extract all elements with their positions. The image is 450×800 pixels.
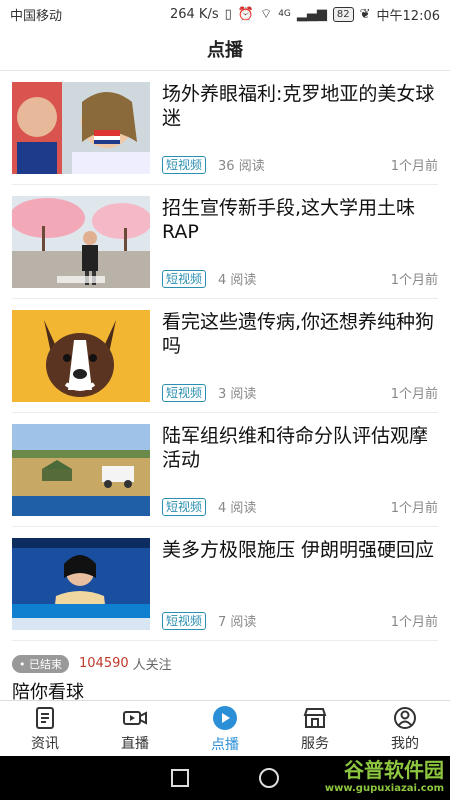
item-info-row: 短视频 3 阅读 1个月前 [162, 383, 438, 402]
news-icon [36, 706, 54, 729]
category-tag: 短视频 [162, 155, 207, 174]
item-title[interactable]: 陆军组织维和待命分队评估观摩活动 [162, 424, 438, 472]
item-title[interactable]: 场外养眼福利:克罗地亚的美女球迷 [162, 82, 438, 130]
status-indicators: 264 K/s ▯ ⏰ ⌔ 4G ▂▄▆ 82 ❦ 中午12:06 [170, 5, 440, 24]
publish-time: 1个月前 [390, 501, 438, 516]
video-camera-icon [123, 710, 147, 725]
category-tag: 短视频 [162, 497, 207, 516]
video-thumbnail[interactable] [12, 310, 150, 402]
list-item[interactable]: 陆军组织维和待命分队评估观摩活动 短视频 4 阅读 1个月前 [0, 413, 450, 527]
tab-label: 点播 [211, 736, 239, 753]
category-tag: 短视频 [162, 269, 207, 288]
watermark: 谷普软件园 www.gupuxiazai.com [325, 754, 444, 794]
page-title: 点播 [207, 40, 243, 61]
video-thumbnail[interactable] [12, 82, 150, 174]
status-bar: 中国移动 264 K/s ▯ ⏰ ⌔ 4G ▂▄▆ 82 ❦ 中午12:06 [0, 0, 450, 28]
clock: 中午12:06 [376, 8, 440, 24]
network-type: 4G [278, 9, 291, 19]
wifi-icon: ⌔ [259, 7, 273, 22]
item-meta: 看完这些遗传病,你还想养纯种狗吗 短视频 3 阅读 1个月前 [162, 310, 438, 402]
tab-live[interactable]: 直播 [90, 701, 180, 757]
item-meta: 美多方极限施压 伊朗明强硬回应 短视频 7 阅读 1个月前 [162, 538, 438, 630]
item-meta: 陆军组织维和待命分队评估观摩活动 短视频 4 阅读 1个月前 [162, 424, 438, 516]
item-info-row: 短视频 7 阅读 1个月前 [162, 611, 438, 630]
read-count: 36 阅读 [218, 159, 265, 174]
carrier-label: 中国移动 [10, 8, 63, 24]
page-title-bar: 点播 [0, 28, 450, 71]
tab-label: 服务 [301, 735, 329, 752]
video-list: 场外养眼福利:克罗地亚的美女球迷 短视频 36 阅读 1个月前 招生宣传新手段,… [0, 71, 450, 641]
signal-icon: ▂▄▆ [296, 6, 327, 22]
video-thumbnail[interactable] [12, 424, 150, 516]
network-speed: 264 K/s [169, 6, 219, 22]
vibrate-icon: ▯ [224, 6, 232, 22]
video-thumbnail[interactable] [12, 538, 150, 630]
ended-badge: • 已结束 [12, 654, 69, 673]
item-title[interactable]: 美多方极限施压 伊朗明强硬回应 [162, 538, 438, 562]
tab-label: 资讯 [31, 735, 59, 752]
tab-service[interactable]: 服务 [270, 701, 360, 757]
tab-label: 直播 [121, 735, 149, 752]
watermark-title: 谷普软件园 [344, 758, 444, 782]
list-item[interactable]: 场外养眼福利:克罗地亚的美女球迷 短视频 36 阅读 1个月前 [0, 71, 450, 185]
bottom-tab-bar: 资讯 直播 点播 服务 我的 [0, 700, 450, 757]
category-tag: 短视频 [162, 611, 207, 630]
tab-vod[interactable]: 点播 [180, 701, 270, 757]
item-info-row: 短视频 4 阅读 1个月前 [162, 269, 438, 288]
publish-time: 1个月前 [390, 615, 438, 630]
list-item[interactable]: 看完这些遗传病,你还想养纯种狗吗 短视频 3 阅读 1个月前 [0, 299, 450, 413]
recent-apps-button[interactable] [171, 769, 189, 787]
home-button[interactable] [259, 768, 279, 788]
item-meta: 招生宣传新手段,这大学用土味RAP 短视频 4 阅读 1个月前 [162, 196, 438, 288]
tab-news[interactable]: 资讯 [0, 701, 90, 757]
follower-count: 104590 [79, 656, 129, 671]
list-item[interactable]: 招生宣传新手段,这大学用土味RAP 短视频 4 阅读 1个月前 [0, 185, 450, 299]
follower-label: 人关注 [132, 658, 172, 673]
publish-time: 1个月前 [390, 159, 438, 174]
store-icon [303, 707, 327, 728]
live-status-row: • 已结束 104590 人关注 [12, 654, 438, 673]
read-count: 4 阅读 [218, 501, 257, 516]
tab-mine[interactable]: 我的 [360, 701, 450, 757]
list-item[interactable]: 美多方极限施压 伊朗明强硬回应 短视频 7 阅读 1个月前 [0, 527, 450, 641]
read-count: 3 阅读 [218, 387, 257, 402]
leaf-icon: ❦ [359, 6, 371, 22]
publish-time: 1个月前 [390, 273, 438, 288]
tab-label: 我的 [391, 735, 419, 752]
live-title[interactable]: 陪你看球 [12, 678, 84, 700]
item-title[interactable]: 招生宣传新手段,这大学用土味RAP [162, 196, 438, 244]
watermark-url: www.gupuxiazai.com [324, 783, 444, 794]
category-tag: 短视频 [162, 383, 207, 402]
item-title[interactable]: 看完这些遗传病,你还想养纯种狗吗 [162, 310, 438, 358]
item-info-row: 短视频 4 阅读 1个月前 [162, 497, 438, 516]
read-count: 4 阅读 [218, 273, 257, 288]
battery-icon: 82 [332, 6, 354, 22]
item-info-row: 短视频 36 阅读 1个月前 [162, 155, 438, 174]
user-icon [394, 706, 416, 729]
video-thumbnail[interactable] [12, 196, 150, 288]
item-meta: 场外养眼福利:克罗地亚的美女球迷 短视频 36 阅读 1个月前 [162, 82, 438, 174]
publish-time: 1个月前 [390, 387, 438, 402]
alarm-icon: ⏰ [237, 6, 254, 22]
read-count: 7 阅读 [218, 615, 257, 630]
play-circle-icon [213, 705, 237, 730]
